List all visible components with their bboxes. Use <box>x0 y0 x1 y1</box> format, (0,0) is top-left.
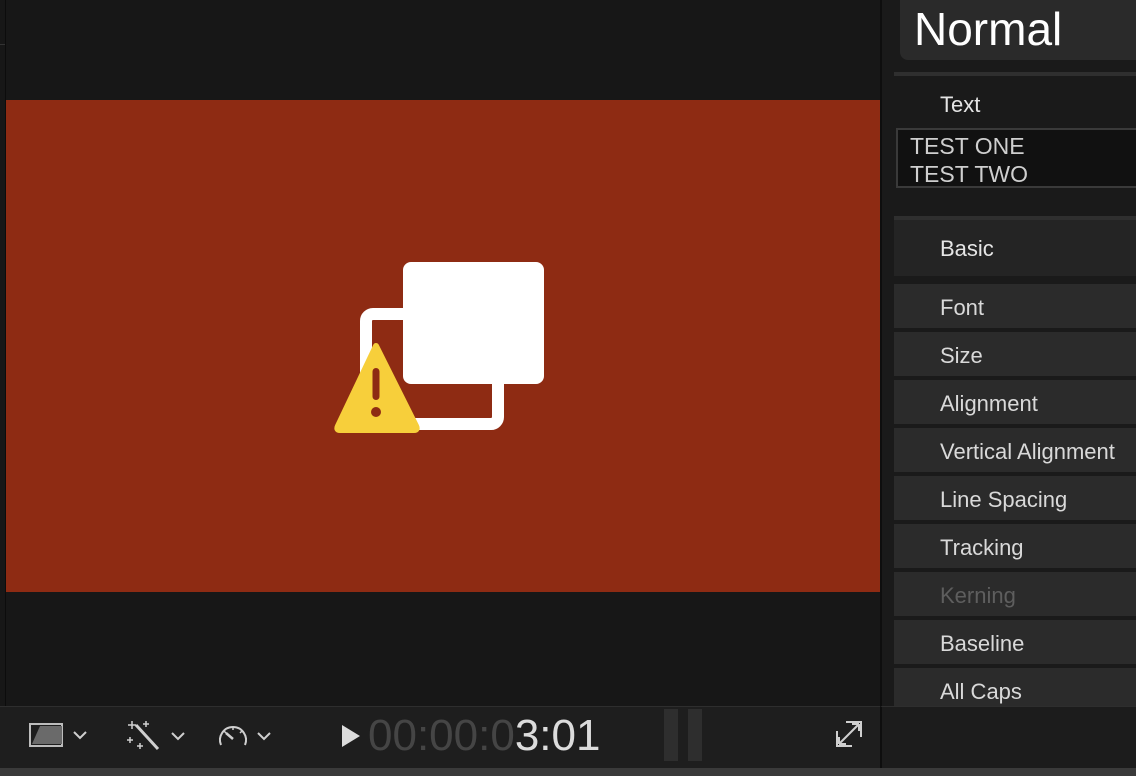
property-label: Size <box>940 343 983 368</box>
play-icon <box>342 725 360 747</box>
timecode-display[interactable]: 00:00:03:01 <box>368 711 600 761</box>
property-label: Tracking <box>940 535 1024 560</box>
play-button[interactable] <box>340 723 362 754</box>
view-options-icon <box>29 723 63 747</box>
text-section-title: Text <box>940 92 981 117</box>
property-label: All Caps <box>940 679 1022 704</box>
text-line: TEST TWO <box>910 161 1028 187</box>
basic-section-header[interactable]: Basic <box>894 220 1136 276</box>
window-bottom-edge <box>0 768 1136 776</box>
audio-level-meter <box>664 709 702 761</box>
preset-label: Normal <box>914 3 1063 55</box>
property-label: Alignment <box>940 391 1038 416</box>
effects-menu-button[interactable] <box>126 719 186 753</box>
property-row-font[interactable]: Font <box>894 282 1136 328</box>
property-label: Font <box>940 295 985 320</box>
property-row-size[interactable]: Size <box>894 330 1136 376</box>
divider <box>894 72 1136 76</box>
property-row-kerning: Kerning <box>894 570 1136 616</box>
missing-media-warning-icon <box>334 262 544 433</box>
viewer <box>0 0 880 706</box>
property-label: Kerning <box>940 583 1016 608</box>
level-meter-left <box>664 709 678 761</box>
property-row-alignment[interactable]: Alignment <box>894 378 1136 424</box>
property-label: Line Spacing <box>940 487 1068 512</box>
viewer-toolbar: 00:00:03:01 <box>0 706 880 768</box>
text-content-field[interactable]: TEST ONE TEST TWO <box>896 128 1136 188</box>
viewer-divider <box>0 44 5 45</box>
property-row-tracking[interactable]: Tracking <box>894 522 1136 568</box>
property-label: Baseline <box>940 631 1025 656</box>
chevron-down-icon <box>73 731 87 740</box>
magic-wand-icon <box>127 721 160 751</box>
property-row-vertical-alignment[interactable]: Vertical Alignment <box>894 426 1136 472</box>
property-row-baseline[interactable]: Baseline <box>894 618 1136 664</box>
timecode-leading: 00:00:0 <box>368 711 515 760</box>
basic-section-title: Basic <box>940 236 994 261</box>
chevron-down-icon <box>257 732 271 741</box>
retime-menu-button[interactable] <box>216 721 272 751</box>
property-row-line-spacing[interactable]: Line Spacing <box>894 474 1136 520</box>
timecode-value: 3:01 <box>514 711 601 760</box>
inspector-footer <box>880 706 1136 768</box>
fullscreen-button[interactable] <box>834 719 864 754</box>
chevron-down-icon <box>171 732 185 741</box>
preset-popup[interactable]: Normal <box>900 0 1136 60</box>
text-line: TEST ONE <box>910 133 1025 159</box>
speedometer-icon <box>219 726 247 746</box>
level-meter-right <box>688 709 702 761</box>
property-label: Vertical Alignment <box>940 439 1115 464</box>
fullscreen-icon <box>836 721 862 747</box>
text-inspector: Normal Text TEST ONE TEST TWO Basic Font… <box>880 0 1136 712</box>
view-options-button[interactable] <box>28 721 88 749</box>
